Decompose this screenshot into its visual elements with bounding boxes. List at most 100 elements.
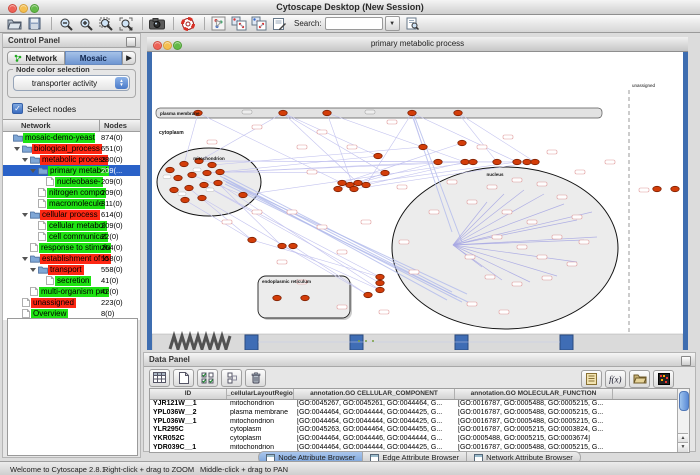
network-node[interactable] xyxy=(408,110,416,115)
tree-row[interactable]: establishment of lo558(0) xyxy=(3,253,140,264)
node-color-dropdown[interactable]: transporter activity ▲▼ xyxy=(13,75,130,91)
tree-row[interactable]: cellular metabol209(0) xyxy=(3,220,140,231)
save-icon[interactable] xyxy=(26,16,43,31)
column-header[interactable]: _cellularLayoutRegion xyxy=(227,389,294,399)
tree-row[interactable]: secretion41(0) xyxy=(3,275,140,286)
network-node[interactable] xyxy=(214,180,222,185)
tree-row[interactable]: cellular process614(0) xyxy=(3,209,140,220)
minimize-view-icon[interactable] xyxy=(163,41,172,50)
tree-row[interactable]: multi-organism pro42(0) xyxy=(3,286,140,297)
snapshot-icon[interactable] xyxy=(148,16,165,31)
network-node[interactable] xyxy=(531,159,539,164)
close-window-icon[interactable] xyxy=(8,4,17,13)
attribute-table-icon[interactable] xyxy=(149,369,170,387)
unselect-attributes-icon[interactable] xyxy=(221,369,242,387)
region-nucleus[interactable] xyxy=(392,167,618,329)
tab-mosaic[interactable]: Mosaic xyxy=(65,51,123,65)
scrollbar-thumb[interactable] xyxy=(679,391,689,411)
zoom-window-icon[interactable] xyxy=(30,4,39,13)
network-node[interactable] xyxy=(493,159,501,164)
new-attribute-icon[interactable] xyxy=(173,369,194,387)
table-row[interactable]: YLR295Ccytoplasm[GO:0045263, GO:0044464,… xyxy=(150,426,689,435)
network-node[interactable] xyxy=(203,170,211,175)
network-manager-icon[interactable] xyxy=(210,16,227,31)
birds-eye-view[interactable] xyxy=(7,318,138,456)
network-node[interactable] xyxy=(198,195,206,200)
import-attributes-icon[interactable] xyxy=(629,370,650,388)
network-node[interactable] xyxy=(338,180,346,185)
network-node[interactable] xyxy=(374,153,382,158)
table-row[interactable]: YPL036W__1mitochondrion[GO:0044464, GO:0… xyxy=(150,418,689,427)
network-node[interactable] xyxy=(323,110,331,115)
network-node[interactable] xyxy=(376,287,384,292)
open-folder-icon[interactable] xyxy=(6,16,23,31)
tree-row[interactable]: nucleobase-209(0) xyxy=(3,176,140,187)
float-panel-icon[interactable] xyxy=(681,356,691,366)
tree-row[interactable]: cell communicat22(0) xyxy=(3,231,140,242)
network-node[interactable] xyxy=(458,140,466,145)
tree-row[interactable]: transport558(0) xyxy=(3,264,140,275)
column-header[interactable]: annotation.GO MOLECULAR_FUNCTION xyxy=(455,389,613,399)
network-node[interactable] xyxy=(376,274,384,279)
network-node[interactable] xyxy=(469,159,477,164)
zoom-out-icon[interactable] xyxy=(57,16,74,31)
expand-arrow-icon[interactable] xyxy=(22,158,28,162)
delete-attribute-icon[interactable] xyxy=(245,369,266,387)
network-node[interactable] xyxy=(461,159,469,164)
filter-icon[interactable] xyxy=(250,16,267,31)
network-node[interactable] xyxy=(208,162,216,167)
search-dropdown-button[interactable]: ▼ xyxy=(385,16,400,31)
tree-row[interactable]: nitrogen compo209(0) xyxy=(3,187,140,198)
network-node[interactable] xyxy=(166,167,174,172)
network-node[interactable] xyxy=(364,292,372,297)
search-input[interactable] xyxy=(325,17,383,30)
network-node[interactable] xyxy=(419,144,427,149)
table-row[interactable]: YJR121W__1mitochondrion[GO:0045267, GO:0… xyxy=(150,400,689,409)
matrix-mapper-icon[interactable] xyxy=(653,370,674,388)
column-header[interactable]: annotation.GO CELLULAR_COMPONENT xyxy=(294,389,455,399)
tab-network[interactable]: Network xyxy=(7,51,65,65)
network-canvas[interactable]: plasma membranecytoplasmmitochondrionnuc… xyxy=(152,52,683,350)
tree-row[interactable]: mosaic-demo-yeast874(0) xyxy=(3,132,140,143)
zoom-fit-icon[interactable] xyxy=(117,16,134,31)
select-nodes-checkbox[interactable]: ✓ xyxy=(12,103,23,114)
function-builder-icon[interactable]: f(x) xyxy=(605,370,626,388)
network-node[interactable] xyxy=(200,182,208,187)
float-panel-icon[interactable] xyxy=(126,37,136,47)
expand-arrow-icon[interactable] xyxy=(30,268,36,272)
zoom-in-icon[interactable] xyxy=(77,16,94,31)
expand-arrow-icon[interactable] xyxy=(22,257,28,261)
network-node[interactable] xyxy=(188,172,196,177)
zoom-view-icon[interactable] xyxy=(173,41,182,50)
close-view-icon[interactable] xyxy=(153,41,162,50)
network-node[interactable] xyxy=(185,185,193,190)
network-node[interactable] xyxy=(170,187,178,192)
zoom-selected-icon[interactable] xyxy=(97,16,114,31)
network-node[interactable] xyxy=(289,243,297,248)
network-window-titlebar[interactable]: primary metabolic process xyxy=(147,37,688,52)
tree-row[interactable]: metabolic process280(0) xyxy=(3,154,140,165)
select-attributes-icon[interactable] xyxy=(197,369,218,387)
table-vertical-scrollbar[interactable]: ▲ ▼ xyxy=(677,389,689,452)
network-node[interactable] xyxy=(334,186,342,191)
network-node[interactable] xyxy=(278,243,286,248)
network-node[interactable] xyxy=(181,197,189,202)
network-node[interactable] xyxy=(248,237,256,242)
tab-overflow-arrow-icon[interactable]: ▶ xyxy=(122,51,136,65)
vizmapper-icon[interactable] xyxy=(230,16,247,31)
tree-row[interactable]: macromolecule311(0) xyxy=(3,198,140,209)
network-node[interactable] xyxy=(671,186,679,191)
network-node[interactable] xyxy=(513,159,521,164)
network-node[interactable] xyxy=(180,161,188,166)
network-node[interactable] xyxy=(350,186,358,191)
expand-arrow-icon[interactable] xyxy=(14,147,20,151)
network-node[interactable] xyxy=(523,159,531,164)
annotation-icon[interactable] xyxy=(270,16,287,31)
tree-row[interactable]: response to stimulu264(0) xyxy=(3,242,140,253)
tree-row[interactable]: primary metabol209(... xyxy=(3,165,140,176)
network-node[interactable] xyxy=(239,192,247,197)
tree-row[interactable]: unassigned223(0) xyxy=(3,297,140,308)
table-row[interactable]: YPL036W__2plasma membrane[GO:0044464, GO… xyxy=(150,409,689,418)
tree-row[interactable]: biological_process651(0) xyxy=(3,143,140,154)
table-row[interactable]: YKR052Ccytoplasm[GO:0044464, GO:0044446,… xyxy=(150,435,689,444)
